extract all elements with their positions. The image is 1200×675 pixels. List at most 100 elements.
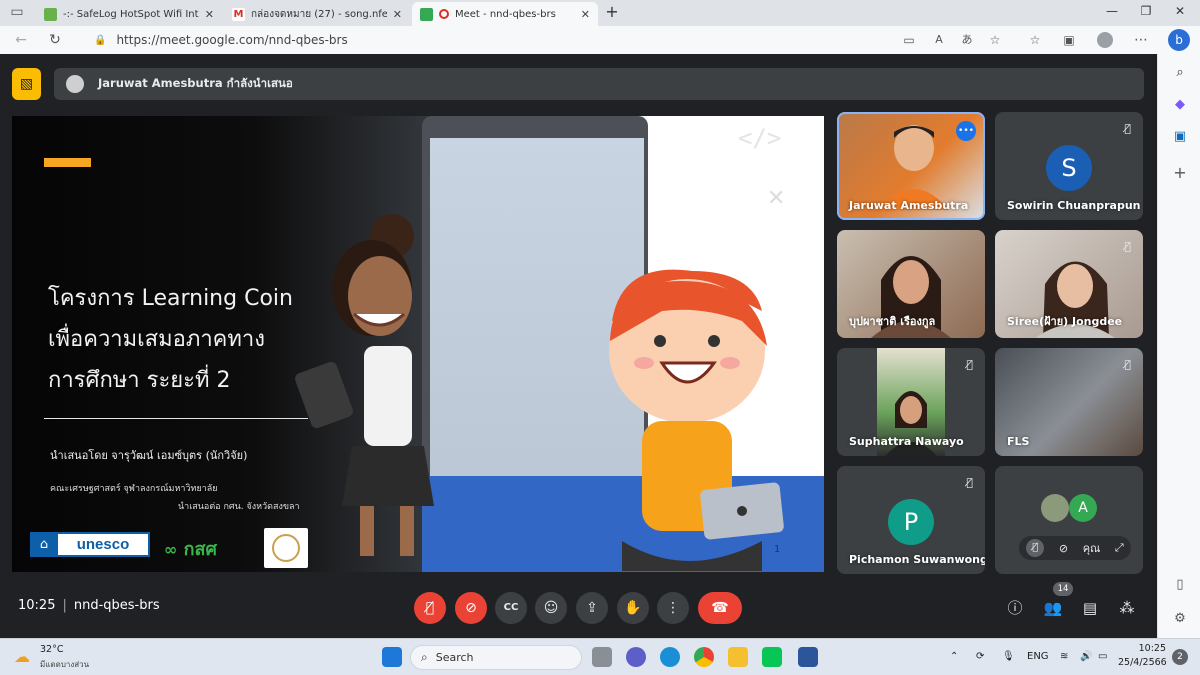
search-icon[interactable]: ⌕	[1171, 64, 1189, 82]
present-button[interactable]: ⇪	[576, 592, 608, 624]
sidebar-toggle-icon[interactable]: ▯	[1171, 576, 1189, 594]
participant-tile-pichamon[interactable]: 🎙̸ P Pichamon Suwanwong	[837, 466, 985, 574]
slide-page-number: 1	[774, 544, 781, 555]
self-view-tile[interactable]: A 🎙̸ ⊘ คุณ ⤢	[995, 466, 1143, 574]
more-options-button[interactable]: ⋮	[657, 592, 689, 624]
edge-browser-icon[interactable]	[660, 647, 680, 667]
gmail-favicon-icon: M	[232, 7, 245, 21]
presenter-avatar	[66, 75, 84, 93]
participant-tile-buppachat[interactable]: บุปผาชาติ เรืองกูล	[837, 230, 985, 338]
mic-toggle-button[interactable]: 🎙̸	[414, 592, 446, 624]
clock-time[interactable]: 10:25	[1118, 643, 1166, 654]
task-view-icon[interactable]	[592, 647, 612, 667]
tab-gmail[interactable]: M กล่องจดหมาย (27) - song.nfe.sk@g ✕	[224, 2, 410, 26]
meeting-details-button[interactable]: ⓘ	[1002, 595, 1028, 621]
self-controls: 🎙̸ ⊘ คุณ ⤢	[1019, 536, 1131, 560]
favorite-star-icon[interactable]: ☆	[986, 31, 1004, 49]
shopping-icon[interactable]: ◆	[1171, 96, 1189, 114]
camera-off-icon[interactable]: ⊘	[1059, 542, 1068, 555]
weather-temp[interactable]: 32°C	[40, 644, 63, 655]
participant-tile-suphattra[interactable]: 🎙̸ Suphattra Nawayo	[837, 348, 985, 456]
clock-date[interactable]: 25/4/2566	[1118, 657, 1167, 668]
line-app-icon[interactable]	[762, 647, 782, 667]
profile-avatar[interactable]	[1096, 31, 1114, 49]
self-photo-avatar	[1041, 494, 1069, 522]
tray-overflow-icon[interactable]: ⌃	[950, 651, 958, 662]
activities-button[interactable]: ⁂	[1114, 595, 1140, 621]
recording-icon	[439, 9, 449, 19]
weather-icon[interactable]: ☁	[14, 647, 30, 666]
chat-button[interactable]: ▤	[1077, 595, 1103, 621]
chrome-browser-icon[interactable]	[694, 647, 714, 667]
browser-tab-strip: ▭ -:- SafeLog HotSpot Wifi Interne ✕ M ก…	[0, 0, 1200, 26]
self-label: คุณ	[1082, 542, 1101, 555]
more-menu-icon[interactable]: ⋯	[1132, 31, 1150, 49]
microphone-icon[interactable]: 🎙	[1002, 651, 1015, 662]
mic-off-icon: 🎙̸	[425, 600, 435, 616]
participant-avatar: A	[1069, 494, 1097, 522]
maximize-button[interactable]: ❐	[1136, 4, 1156, 18]
unesco-wordmark: unesco	[58, 534, 148, 555]
present-screen-icon: ⇪	[586, 600, 598, 616]
input-language[interactable]: ENG	[1027, 651, 1049, 662]
volume-icon[interactable]: 🔊	[1080, 651, 1092, 662]
close-tab-icon[interactable]: ✕	[205, 8, 214, 21]
camera-icon[interactable]: ▭	[900, 31, 918, 49]
captions-button[interactable]: CC	[495, 592, 527, 624]
slide-divider	[44, 418, 308, 419]
tab-actions-icon[interactable]: ▭	[8, 3, 26, 21]
close-tab-icon[interactable]: ✕	[393, 8, 402, 21]
participant-tile-jaruwat[interactable]: ••• Jaruwat Amesbutra	[837, 112, 985, 220]
translate-icon[interactable]: あ	[958, 31, 976, 49]
slide-presented-to: นำเสนอต่อ กศน. จังหวัดสงขลา	[178, 502, 300, 512]
participant-name: FLS	[1007, 435, 1030, 448]
participant-tile-fls[interactable]: 🎙̸ FLS	[995, 348, 1143, 456]
address-bar[interactable]: 🔒 https://meet.google.com/nnd-qbes-brs	[86, 29, 1020, 51]
battery-icon[interactable]: ▭	[1098, 651, 1107, 662]
raise-hand-button[interactable]: ✋	[617, 592, 649, 624]
reactions-button[interactable]: ☺	[535, 592, 567, 624]
camera-toggle-button[interactable]: ⊘	[455, 592, 487, 624]
favorites-icon[interactable]: ☆	[1026, 31, 1044, 49]
back-arrow-icon[interactable]: ←	[12, 31, 30, 49]
file-explorer-icon[interactable]	[728, 647, 748, 667]
presenting-banner-text: Jaruwat Amesbutra กำลังนำเสนอ	[98, 76, 293, 90]
new-tab-button[interactable]: +	[602, 2, 622, 21]
unesco-temple-icon: ⌂	[30, 532, 58, 557]
people-button[interactable]: 👥	[1040, 595, 1066, 621]
bing-chat-icon[interactable]: b	[1168, 29, 1190, 51]
weather-description[interactable]: มีแดดบางส่วน	[40, 658, 89, 671]
participant-tile-sowirin[interactable]: 🎙̸ S Sowirin Chuanprapun	[995, 112, 1143, 220]
expand-icon[interactable]: ⤢	[1115, 541, 1124, 555]
presentation-slide: </> ✕ โครงการ Learning Coin เพื่อความเสม…	[12, 116, 824, 572]
mic-off-icon[interactable]: 🎙̸	[1026, 539, 1045, 557]
refresh-icon[interactable]: ↻	[46, 31, 64, 49]
word-app-icon[interactable]	[798, 647, 818, 667]
tab-meet[interactable]: Meet - nnd-qbes-brs ✕	[412, 2, 598, 26]
tab-title: กล่องจดหมาย (27) - song.nfe.sk@g	[251, 8, 387, 20]
outlook-icon[interactable]: ▣	[1171, 128, 1189, 146]
leave-call-button[interactable]: ☎	[698, 592, 742, 624]
wifi-icon[interactable]: ≋	[1060, 651, 1068, 662]
add-sidebar-app-icon[interactable]: +	[1171, 164, 1189, 182]
meeting-code: nnd-qbes-brs	[73, 598, 160, 613]
taskbar-search[interactable]: ⌕ Search	[410, 645, 582, 670]
slide-organization: คณะเศรษฐศาสตร์ จุฬาลงกรณ์มหาวิทยาลัย	[50, 484, 218, 494]
notification-badge[interactable]: 2	[1172, 649, 1188, 665]
participant-avatar: P	[888, 499, 934, 545]
teams-chat-icon[interactable]	[626, 647, 646, 667]
read-aloud-icon[interactable]: A	[930, 31, 948, 49]
windows-start-icon[interactable]	[382, 647, 402, 667]
participant-tile-siree[interactable]: 🎙̸ Siree(ฝ้าย) Jongdee	[995, 230, 1143, 338]
people-count-badge: 14	[1053, 582, 1073, 596]
minimize-button[interactable]: —	[1102, 4, 1122, 18]
slide-title-line: การศึกษา ระยะที่ 2	[48, 368, 231, 393]
tab-safelog[interactable]: -:- SafeLog HotSpot Wifi Interne ✕	[36, 2, 222, 26]
stop-presenting-icon[interactable]: ▧	[12, 68, 41, 100]
close-tab-icon[interactable]: ✕	[581, 8, 590, 21]
participant-name: Jaruwat Amesbutra	[849, 199, 969, 212]
settings-gear-icon[interactable]: ⚙	[1171, 610, 1189, 628]
close-window-button[interactable]: ✕	[1170, 4, 1190, 18]
sync-icon[interactable]: ⟳	[976, 651, 984, 662]
collections-icon[interactable]: ▣	[1060, 31, 1078, 49]
